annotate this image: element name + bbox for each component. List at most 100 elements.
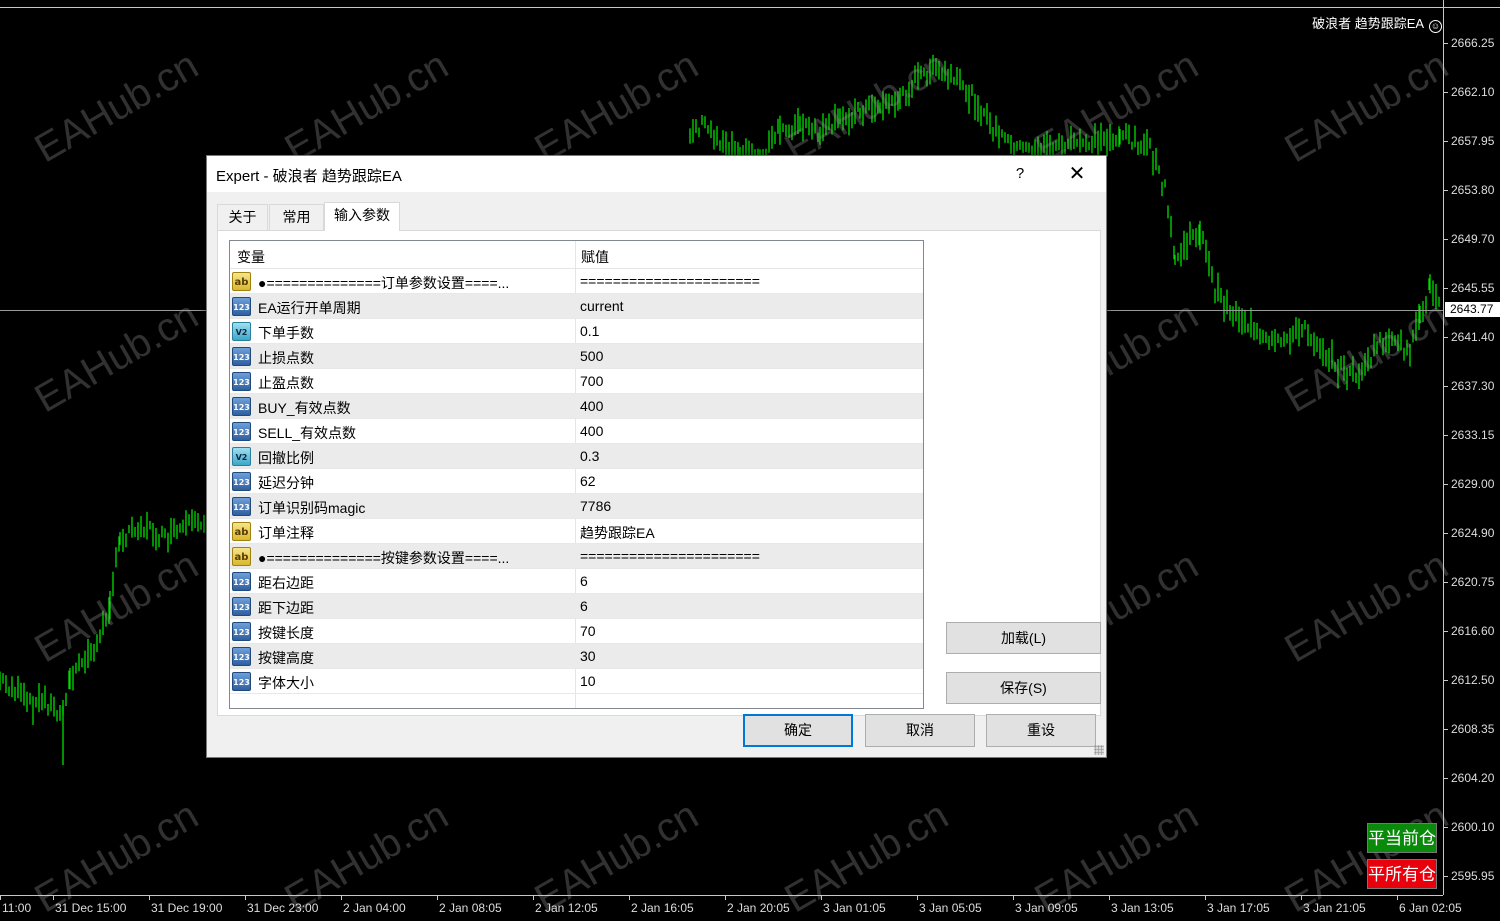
parameter-value[interactable]: 70 xyxy=(580,623,920,639)
time-tick xyxy=(1301,896,1302,900)
table-row[interactable]: V2 回撤比例 0.3 xyxy=(230,444,923,469)
string-type-icon: ab xyxy=(232,272,251,291)
time-label: 31 Dec 23:00 xyxy=(247,901,319,915)
parameter-value[interactable]: 700 xyxy=(580,373,920,389)
table-row[interactable]: 123 订单识别码magic 7786 xyxy=(230,494,923,519)
parameter-value[interactable]: 400 xyxy=(580,423,920,439)
parameter-value[interactable]: 6 xyxy=(580,598,920,614)
parameter-value[interactable]: 0.1 xyxy=(580,323,920,339)
parameters-grid[interactable]: 变量 赋值 ab ●==============订单参数设置====... ====… xyxy=(229,240,924,709)
table-row[interactable]: V2 下单手数 0.1 xyxy=(230,319,923,344)
table-row[interactable]: 123 SELL_有效点数 400 xyxy=(230,419,923,444)
table-row[interactable]: 123 止盈点数 700 xyxy=(230,369,923,394)
table-row[interactable]: 123 距右边距 6 xyxy=(230,569,923,594)
tab-inputs[interactable]: 输入参数 xyxy=(324,202,400,231)
price-tick xyxy=(1444,729,1448,730)
int-type-icon: 123 xyxy=(232,472,251,491)
time-tick xyxy=(341,896,342,900)
price-label: 2637.30 xyxy=(1451,379,1495,393)
parameter-value[interactable]: 10 xyxy=(580,673,920,689)
int-type-icon: 123 xyxy=(232,297,251,316)
time-tick xyxy=(1205,896,1206,900)
parameter-value[interactable]: current xyxy=(580,298,920,314)
price-label: 2633.15 xyxy=(1451,428,1495,442)
close-current-position-button[interactable]: 平当前仓 xyxy=(1367,823,1437,853)
save-button[interactable]: 保存(S) xyxy=(946,672,1101,704)
table-row[interactable]: 123 止损点数 500 xyxy=(230,344,923,369)
close-icon[interactable]: ✕ xyxy=(1059,161,1095,187)
table-row[interactable]: 123 BUY_有效点数 400 xyxy=(230,394,923,419)
price-tick xyxy=(1444,386,1448,387)
price-tick xyxy=(1444,190,1448,191)
time-label: 3 Jan 01:05 xyxy=(823,901,886,915)
price-tick xyxy=(1444,484,1448,485)
table-row[interactable]: ab 订单注释 趋势跟踪EA xyxy=(230,519,923,544)
parameter-value[interactable]: ====================== xyxy=(580,273,920,289)
time-label: 2 Jan 12:05 xyxy=(535,901,598,915)
parameter-name: 下单手数 xyxy=(258,325,314,341)
parameter-name: SELL_有效点数 xyxy=(258,425,357,441)
table-row[interactable]: 123 按键长度 70 xyxy=(230,619,923,644)
price-axis[interactable]: 2643.77 2666.25 2662.10 2657.95 2653.80 2649… xyxy=(1443,0,1500,895)
parameter-value[interactable]: 趋势跟踪EA xyxy=(580,523,920,543)
price-label: 2595.95 xyxy=(1451,869,1495,883)
tab-common[interactable]: 常用 xyxy=(269,204,324,230)
parameter-value[interactable]: 500 xyxy=(580,348,920,364)
ok-button[interactable]: 确定 xyxy=(743,714,853,747)
parameter-value[interactable]: 30 xyxy=(580,648,920,664)
time-tick xyxy=(1013,896,1014,900)
close-all-positions-button[interactable]: 平所有仓 xyxy=(1367,859,1437,889)
resize-grip[interactable] xyxy=(1094,745,1104,755)
parameter-value[interactable]: 0.3 xyxy=(580,448,920,464)
time-label: 2 Jan 16:05 xyxy=(631,901,694,915)
price-tick xyxy=(1444,92,1448,93)
cancel-button[interactable]: 取消 xyxy=(865,714,975,747)
price-tick xyxy=(1444,43,1448,44)
table-row[interactable]: 123 延迟分钟 62 xyxy=(230,469,923,494)
dialog-titlebar[interactable]: Expert - 破浪者 趋势跟踪EA ? ✕ xyxy=(207,156,1106,192)
price-label: 2662.10 xyxy=(1451,85,1495,99)
time-label: 3 Jan 13:05 xyxy=(1111,901,1174,915)
table-row[interactable]: 123 字体大小 10 xyxy=(230,669,923,694)
price-label: 2620.75 xyxy=(1451,575,1495,589)
reset-button[interactable]: 重设 xyxy=(986,714,1096,747)
parameter-name: 按键长度 xyxy=(258,625,314,641)
table-row[interactable]: 123 按键高度 30 xyxy=(230,644,923,669)
table-row[interactable]: ab ●==============按键参数设置====... ==========… xyxy=(230,544,923,569)
price-tick xyxy=(1444,778,1448,779)
double-type-icon: V2 xyxy=(232,322,251,341)
time-label: 2 Jan 04:00 xyxy=(343,901,406,915)
help-button[interactable]: ? xyxy=(1007,162,1033,186)
price-label: 2600.10 xyxy=(1451,820,1495,834)
time-label: 11:00 xyxy=(2,901,32,915)
column-header-value[interactable]: 赋值 xyxy=(581,247,609,267)
int-type-icon: 123 xyxy=(232,622,251,641)
parameter-value[interactable]: 6 xyxy=(580,573,920,589)
parameter-name: 延迟分钟 xyxy=(258,475,314,491)
parameter-name: 距右边距 xyxy=(258,575,314,591)
price-label: 2641.40 xyxy=(1451,330,1495,344)
load-button[interactable]: 加载(L) xyxy=(946,622,1101,654)
time-label: 3 Jan 05:05 xyxy=(919,901,982,915)
time-tick xyxy=(1397,896,1398,900)
time-tick xyxy=(53,896,54,900)
smile-icon[interactable]: ☺ xyxy=(1429,20,1442,33)
price-tick xyxy=(1444,631,1448,632)
time-tick xyxy=(245,896,246,900)
parameter-value[interactable]: ====================== xyxy=(580,548,920,564)
table-row[interactable]: ab ●==============订单参数设置====... ==========… xyxy=(230,269,923,294)
time-label: 31 Dec 19:00 xyxy=(151,901,223,915)
ea-name-text: 破浪者 趋势跟踪EA xyxy=(1312,16,1424,31)
table-row[interactable]: 123 EA运行开单周期 current xyxy=(230,294,923,319)
table-row[interactable]: 123 距下边距 6 xyxy=(230,594,923,619)
column-header-variable[interactable]: 变量 xyxy=(237,247,265,267)
time-tick xyxy=(917,896,918,900)
parameter-value[interactable]: 400 xyxy=(580,398,920,414)
time-axis[interactable]: 11:00 31 Dec 15:00 31 Dec 19:00 31 Dec 23:0… xyxy=(0,895,1462,921)
time-label: 3 Jan 09:05 xyxy=(1015,901,1078,915)
tab-about[interactable]: 关于 xyxy=(217,204,268,230)
parameter-name: 订单注释 xyxy=(258,525,314,541)
price-label: 2653.80 xyxy=(1451,183,1495,197)
parameter-value[interactable]: 7786 xyxy=(580,498,920,514)
parameter-value[interactable]: 62 xyxy=(580,473,920,489)
